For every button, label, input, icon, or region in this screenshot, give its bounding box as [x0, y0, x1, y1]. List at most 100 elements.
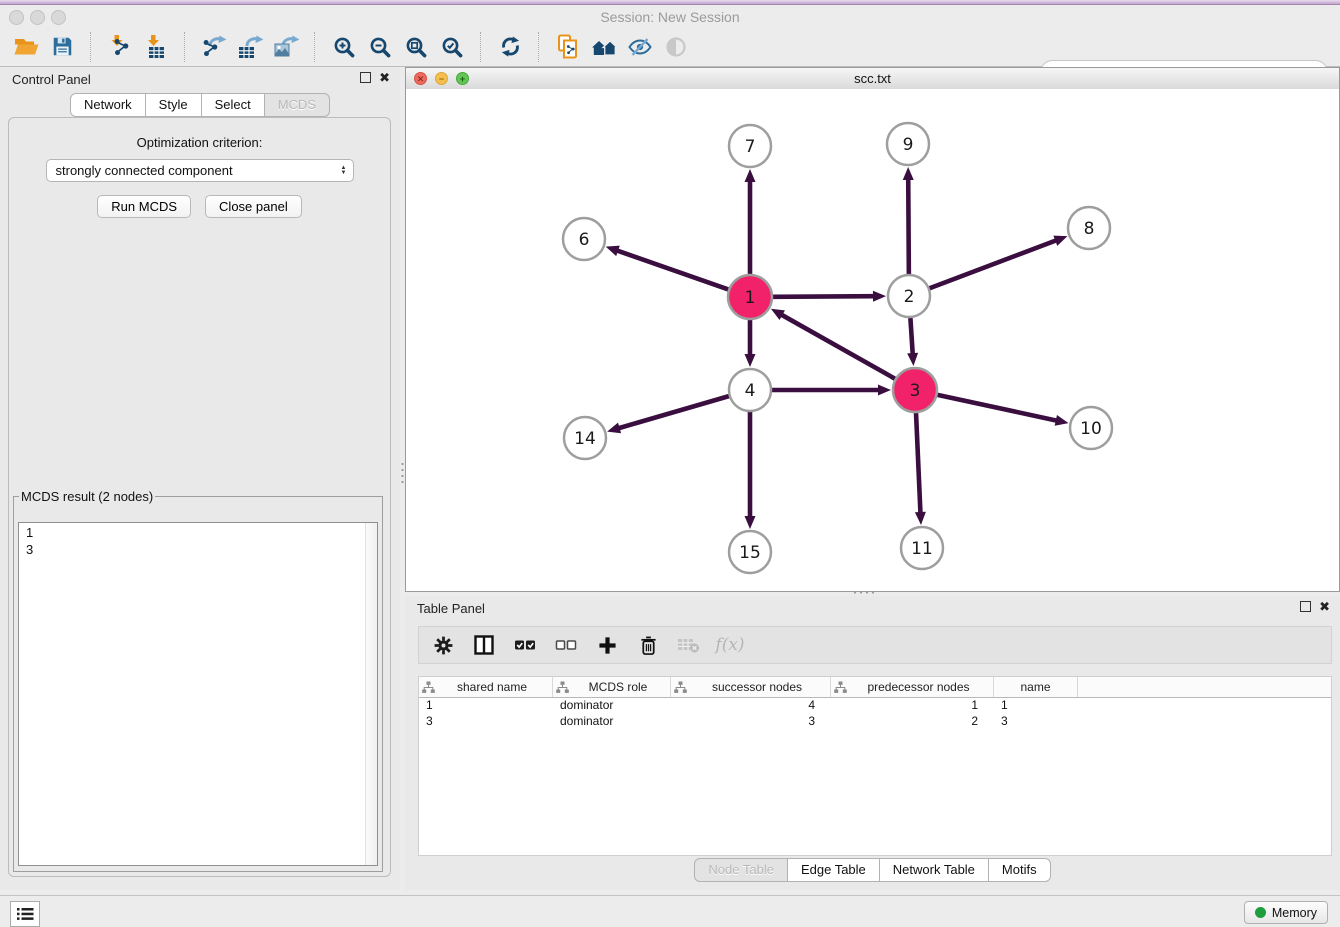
save-session-icon[interactable]: [44, 30, 80, 64]
table-cell[interactable]: dominator: [553, 698, 671, 714]
graph-edge-arrow: [878, 385, 891, 396]
zoom-out-icon[interactable]: [362, 30, 398, 64]
add-column-icon[interactable]: [595, 633, 619, 657]
import-network-icon[interactable]: [102, 30, 138, 64]
graph-edge-3-11[interactable]: [916, 413, 920, 514]
graph-node-label: 1: [745, 288, 756, 308]
column-header-predecessor-nodes[interactable]: predecessor nodes: [831, 677, 994, 697]
graph-edge-1-2[interactable]: [773, 296, 875, 297]
result-line: 1: [26, 524, 377, 541]
run-mcds-button[interactable]: Run MCDS: [97, 195, 191, 218]
tab-network-table[interactable]: Network Table: [880, 858, 989, 882]
column-header-successor-nodes[interactable]: successor nodes: [671, 677, 831, 697]
mcds-result-title: MCDS result (2 nodes): [19, 489, 155, 504]
graph-node-label: 7: [745, 137, 756, 157]
result-scrollbar[interactable]: [365, 523, 377, 865]
hide-selected-icon[interactable]: [622, 30, 658, 64]
close-panel-button[interactable]: Close panel: [205, 195, 302, 218]
tab-network[interactable]: Network: [70, 93, 146, 117]
network-canvas[interactable]: 7968124314101511: [406, 89, 1339, 591]
table-cell[interactable]: 3: [671, 714, 831, 730]
table-row[interactable]: 1dominator411: [419, 698, 1331, 714]
export-image-icon[interactable]: [268, 30, 304, 64]
graph-node-label: 2: [904, 287, 915, 307]
close-panel-icon[interactable]: ✖: [379, 72, 390, 83]
table-row[interactable]: 3dominator323: [419, 714, 1331, 730]
network-window-title: scc.txt: [406, 71, 1339, 86]
task-history-button[interactable]: [10, 901, 40, 927]
horizontal-splitter-handle[interactable]: [852, 590, 874, 595]
zoom-fit-icon[interactable]: [398, 30, 434, 64]
memory-status-icon: [1255, 907, 1266, 918]
toolbar-separator: [184, 32, 186, 62]
import-table-icon[interactable]: [138, 30, 174, 64]
table-cell[interactable]: 1: [994, 698, 1078, 714]
result-line: 3: [26, 541, 377, 558]
select-all-icon[interactable]: [513, 633, 537, 657]
column-type-icon: [422, 681, 435, 694]
float-panel-icon[interactable]: [360, 72, 371, 83]
mcds-result-list[interactable]: 13: [18, 522, 378, 866]
optimization-label: Optimization criterion:: [9, 135, 390, 150]
tab-mcds[interactable]: MCDS: [265, 93, 330, 117]
graph-edge-3-1[interactable]: [780, 314, 894, 379]
zoom-in-icon[interactable]: [326, 30, 362, 64]
column-label: predecessor nodes: [847, 680, 990, 694]
network-window-titlebar[interactable]: ✕ − + scc.txt: [406, 68, 1339, 90]
clear-selection-icon[interactable]: [554, 633, 578, 657]
graph-edge-3-10[interactable]: [937, 395, 1057, 421]
first-neighbors-icon[interactable]: [586, 30, 622, 64]
table-header-row: shared name MCDS rolesuccessor nodes prede…: [419, 677, 1331, 698]
graph-edge-2-8[interactable]: [930, 240, 1058, 288]
vertical-splitter-handle[interactable]: [400, 461, 405, 483]
close-table-panel-icon[interactable]: ✖: [1319, 601, 1330, 612]
table-cell[interactable]: 2: [831, 714, 994, 730]
graph-edge-4-14[interactable]: [618, 396, 729, 428]
graph-edge-arrow: [907, 353, 918, 366]
duplicate-network-icon[interactable]: [550, 30, 586, 64]
table-cell[interactable]: 3: [994, 714, 1078, 730]
table-cell[interactable]: 1: [419, 698, 553, 714]
graph-edge-arrow: [745, 169, 756, 182]
tab-select[interactable]: Select: [202, 93, 265, 117]
float-table-panel-icon[interactable]: [1300, 601, 1311, 612]
show-all-icon: [658, 30, 694, 64]
graph-edge-2-9[interactable]: [908, 178, 909, 274]
show-columns-icon[interactable]: [472, 633, 496, 657]
tab-edge-table[interactable]: Edge Table: [788, 858, 880, 882]
memory-button[interactable]: Memory: [1244, 901, 1328, 924]
toolbar-separator: [314, 32, 316, 62]
column-header-shared-name[interactable]: shared name: [419, 677, 553, 697]
tab-node-table[interactable]: Node Table: [694, 858, 788, 882]
tab-style[interactable]: Style: [146, 93, 202, 117]
column-label: shared name: [435, 680, 549, 694]
graph-node-label: 4: [745, 381, 756, 401]
main-toolbar: [0, 27, 1340, 67]
graph-edge-arrow: [915, 512, 926, 525]
refresh-view-icon[interactable]: [492, 30, 528, 64]
graph-edge-1-6[interactable]: [616, 250, 728, 289]
select-chevrons-icon: ▲▼: [341, 166, 347, 176]
export-network-icon[interactable]: [196, 30, 232, 64]
export-table-icon[interactable]: [232, 30, 268, 64]
graph-node-label: 3: [910, 381, 921, 401]
column-header-mcds-role[interactable]: MCDS role: [553, 677, 671, 697]
graph-node-label: 15: [739, 543, 761, 563]
tab-motifs[interactable]: Motifs: [989, 858, 1051, 882]
table-cell[interactable]: 4: [671, 698, 831, 714]
column-label: name: [997, 680, 1074, 694]
delete-column-icon[interactable]: [636, 633, 660, 657]
table-options-icon[interactable]: [431, 633, 455, 657]
column-header-name[interactable]: name: [994, 677, 1078, 697]
column-type-icon: [834, 681, 847, 694]
open-session-icon[interactable]: [8, 30, 44, 64]
criterion-select[interactable]: strongly connected component ▲▼: [46, 159, 354, 182]
zoom-selected-icon[interactable]: [434, 30, 470, 64]
control-panel-title: Control Panel: [12, 72, 91, 87]
graph-edge-2-3[interactable]: [910, 318, 912, 355]
table-cell[interactable]: 1: [831, 698, 994, 714]
table-cell[interactable]: 3: [419, 714, 553, 730]
network-view-window: ✕ − + scc.txt 7968124314101511: [405, 67, 1340, 592]
table-cell[interactable]: dominator: [553, 714, 671, 730]
app-titlebar: Session: New Session: [0, 5, 1340, 27]
